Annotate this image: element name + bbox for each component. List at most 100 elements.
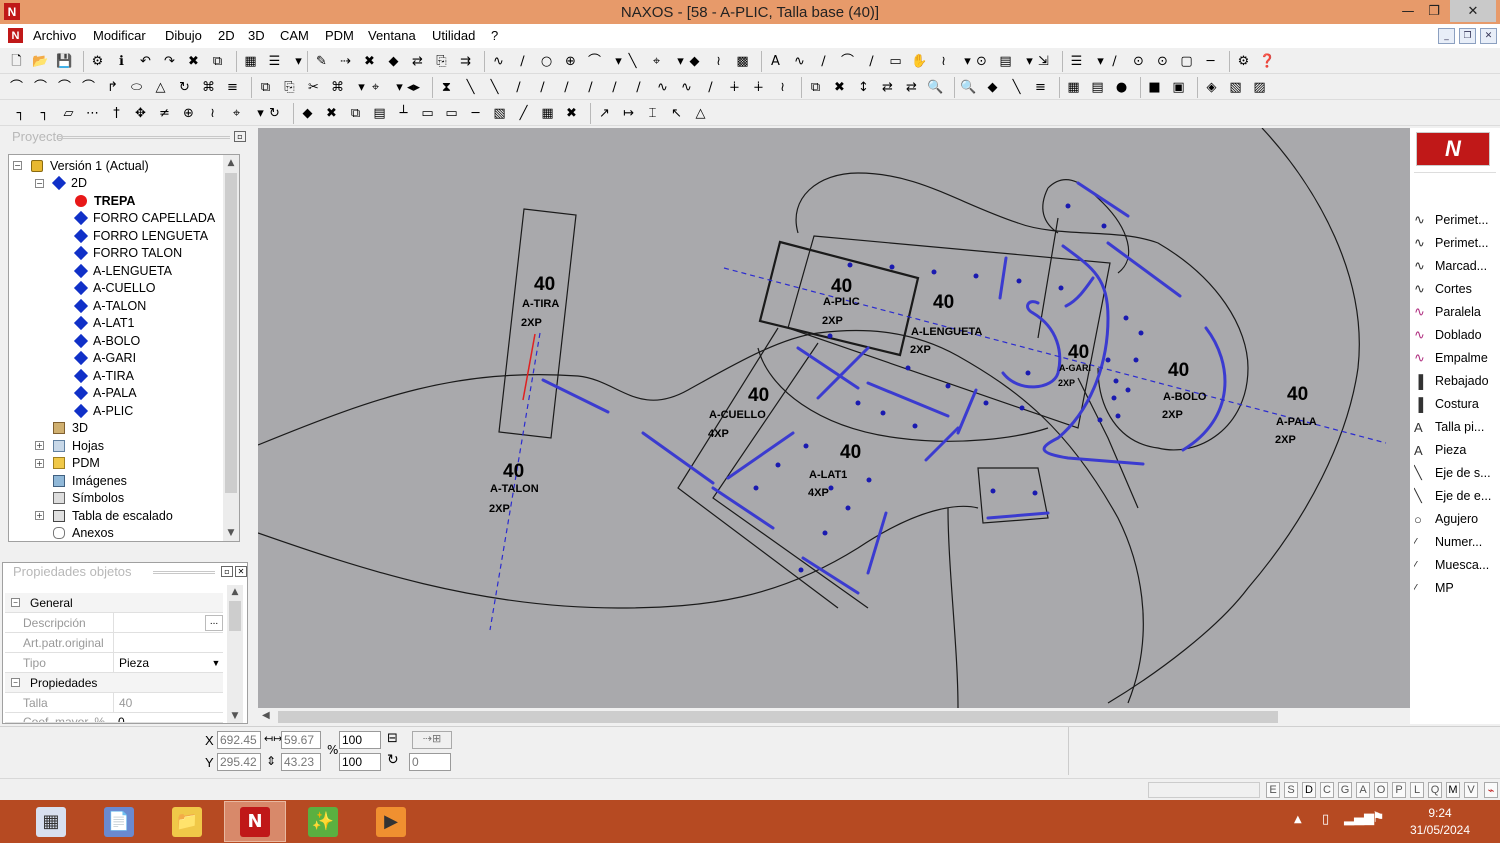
toolbar-button-tb3-6-icon[interactable]: ≠ [156,105,173,122]
tree-item-pdm[interactable]: PDM [53,455,100,472]
menu-3d[interactable]: 3D [248,28,265,43]
toolbar-button-tb2-50-icon[interactable]: ▨ [1251,79,1268,96]
toolbar-button-tb1-17-icon[interactable]: ⎘ [433,53,450,70]
toolbar-button-tb2-24-icon[interactable]: ∕ [582,79,599,96]
toolbar-button-tb1-46-icon[interactable]: ∕ [1106,53,1123,70]
tree-item-a-tira[interactable]: A-TIRA [73,367,134,384]
mdi-minimize-button[interactable]: _ [1438,28,1455,44]
toolbar-button-tb2-33-icon[interactable]: ⧉ [807,79,824,96]
toolbar-button-tb3-1-icon[interactable]: ┐ [36,105,53,122]
selected-segment[interactable] [522,333,536,401]
panel-pin-icon[interactable]: ▫ [234,131,246,142]
tree-scrollbar[interactable]: ▲ ▼ [223,155,239,541]
toolbar-button-tb3-21-icon[interactable]: ╱ [515,105,532,122]
toolbar-button-tb1-11-icon[interactable]: ▾ [290,53,307,70]
mdi-close-button[interactable]: ✕ [1480,28,1497,44]
toolbar-button-tb3-27-icon[interactable]: ↖ [668,105,685,122]
toolbar-button-tb1-20-icon[interactable]: ∕ [514,53,531,70]
original-pattern-field[interactable] [113,633,223,652]
toolbar-button-tb1-14-icon[interactable]: ✖ [361,53,378,70]
menu-archivo[interactable]: Archivo [33,28,76,43]
toolbar-button-tb1-18-icon[interactable]: ⇉ [457,53,474,70]
scale-y-field[interactable]: 100 [339,753,381,771]
toolbar-button-tb3-7-icon[interactable]: ⊕ [180,105,197,122]
toolbar-button-tb1-44-icon[interactable]: ☰ [1068,53,1085,70]
toolbar-button-tb1-31-icon[interactable]: A [767,53,784,70]
toolbar-button-tb2-5-icon[interactable]: ⬭ [128,79,145,96]
hscroll-thumb[interactable] [278,711,1278,723]
toolbar-button-tb3-8-icon[interactable]: ≀ [204,105,221,122]
scale-x-field[interactable]: 100 [339,731,381,749]
properties-scroll-thumb[interactable] [229,601,241,631]
expand-toggle-icon[interactable]: + [35,458,44,468]
toolbar-button-tb3-16-icon[interactable]: ┴ [395,105,412,122]
toolbar-button-tb3-11-icon[interactable]: ↻ [266,105,283,122]
tool-cortes3[interactable]: ∿ Cortes [1414,278,1496,300]
toolbar-button-tb3-22-icon[interactable]: ▦ [539,105,556,122]
tool-pieza10[interactable]: A Pieza [1414,439,1496,461]
menu-modificar[interactable]: Modificar [93,28,146,43]
toolbar-button-tb2-28-icon[interactable]: ∿ [678,79,695,96]
toolbar-button-tb1-19-icon[interactable]: ∿ [490,53,507,70]
toolbar-button-tb2-26-icon[interactable]: ∕ [630,79,647,96]
menu-ventana[interactable]: Ventana [368,28,416,43]
toolbar-button-tb1-48-icon[interactable]: ⊙ [1154,53,1171,70]
toolbar-button-tb2-47-icon[interactable]: ▣ [1170,79,1187,96]
toolbar-button-tb3-28-icon[interactable]: △ [692,105,709,122]
description-browse-button[interactable]: ... [205,614,223,631]
tree-item-a-talon[interactable]: A-TALON [73,297,146,314]
width-field[interactable]: 59.67 [281,731,321,749]
toolbar-button-tb2-38-icon[interactable]: 🔍 [927,79,944,96]
toolbar-button-tb1-26-icon[interactable]: ⌖ [648,53,665,70]
tool-paralela4[interactable]: ∿ Paralela [1414,301,1496,323]
toolbar-button-tb1-12-icon[interactable]: ✎ [313,53,330,70]
expand-toggle-icon[interactable]: + [35,511,44,520]
toolbar-button-tb1-6-icon[interactable]: ↷ [161,53,178,70]
taskbar-explorer-docs-button[interactable]: 📄 [88,801,150,842]
tree-item-trepa[interactable]: TREPA [75,192,135,209]
panel-grip[interactable] [58,136,230,139]
toolbar-button-tb3-24-icon[interactable]: ↗ [596,105,613,122]
toolbar-button-tb1-30-icon[interactable]: ▩ [734,53,751,70]
toolbar-button-tb1-10-icon[interactable]: ☰ [266,53,283,70]
taskbar-naxos-button[interactable]: N [224,801,286,842]
toolbar-button-tb2-37-icon[interactable]: ⇄ [903,79,920,96]
toolbar-button-tb2-8-icon[interactable]: ⌘ [200,79,217,96]
toolbar-button-tb1-33-icon[interactable]: ∕ [815,53,832,70]
tool-mp16[interactable]: ∕ MP [1414,577,1496,599]
taskbar-green-app-button[interactable]: ✨ [292,801,354,842]
toolbar-button-tb2-4-icon[interactable]: ↱ [104,79,121,96]
menu-cam[interactable]: CAM [280,28,309,43]
scroll-up-icon[interactable]: ▲ [223,155,239,171]
toolbar-button-tb2-32-icon[interactable]: ≀ [774,79,791,96]
tree-item-im-genes[interactable]: Imágenes [53,472,127,489]
tree-item-versi-n-1-actual-[interactable]: Versión 1 (Actual) [31,157,149,174]
toolbar-button-tb2-23-icon[interactable]: ∕ [558,79,575,96]
tree-item-a-gari[interactable]: A-GARI [73,350,136,367]
tool-marcad-2[interactable]: ∿ Marcad... [1414,255,1496,277]
toolbar-button-tb2-35-icon[interactable]: ↕ [855,79,872,96]
toolbar-button-tb3-20-icon[interactable]: ▧ [491,105,508,122]
toolbar-button-tb2-9-icon[interactable]: ≡ [224,79,241,96]
panel-close-icon[interactable]: ✕ [235,566,247,577]
status-flag-q[interactable]: Q [1428,782,1442,798]
toolbar-button-tb3-9-icon[interactable]: ⌖ [228,105,245,122]
align-icon[interactable]: ⊟ [387,731,398,746]
toolbar-button-tb1-21-icon[interactable]: ○ [538,53,555,70]
toolbar-button-tb1-49-icon[interactable]: ▢ [1178,53,1195,70]
status-flag-m[interactable]: M [1446,782,1460,798]
status-flag-g[interactable]: G [1338,782,1352,798]
status-flag-a[interactable]: A [1356,782,1370,798]
toolbar-button-tb3-19-icon[interactable]: ─ [467,105,484,122]
tree-scroll-thumb[interactable] [225,173,237,493]
toolbar-button-tb2-11-icon[interactable]: ⎘ [281,79,298,96]
tool-empalme6[interactable]: ∿ Empalme [1414,347,1496,369]
toolbar-button-tb1-1-icon[interactable]: 📂 [32,53,49,70]
tree-item-tabla-de-escalado[interactable]: Tabla de escalado [53,507,173,524]
toolbar-button-tb2-22-icon[interactable]: ∕ [534,79,551,96]
tree-item-2d[interactable]: 2D [51,175,87,192]
toolbar-button-tb2-21-icon[interactable]: ∕ [510,79,527,96]
toolbar-button-tb2-13-icon[interactable]: ⌘ [329,79,346,96]
tool-costura8[interactable]: ▐ Costura [1414,393,1496,415]
scroll-up-icon[interactable]: ▲ [227,585,243,599]
